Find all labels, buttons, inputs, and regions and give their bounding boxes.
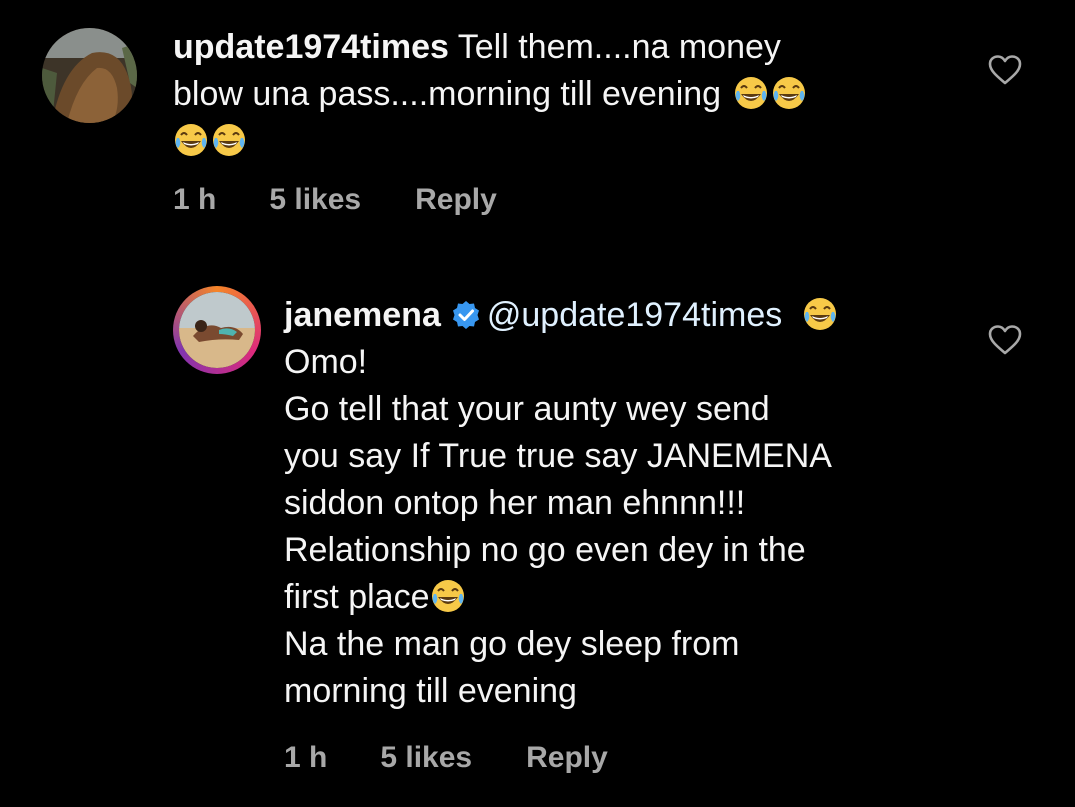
avatar[interactable] (179, 292, 255, 368)
comment-update1974times: update1974times Tell them....na money bl… (0, 0, 1075, 240)
comment-janemena: janemena @update1974times Omo! Go tell t… (0, 270, 1075, 807)
comment-time: 1 h (284, 741, 328, 774)
comment-username[interactable]: janemena (284, 296, 441, 334)
joy-emoji-icon (802, 296, 838, 332)
comment-likes[interactable]: 5 likes (380, 741, 472, 775)
heart-outline-icon[interactable] (988, 325, 1022, 355)
joy-emoji-icon (733, 75, 769, 111)
comment-text-line: blow una pass....morning till evening (173, 75, 722, 113)
comment-text-line: Omo! (284, 343, 368, 381)
comment-text-line: siddon ontop her man ehnnn!!! (284, 484, 746, 522)
comment-username[interactable]: update1974times (173, 28, 449, 66)
heart-outline-icon[interactable] (988, 55, 1022, 85)
comment-time: 1 h (173, 183, 217, 216)
comment-text-line: morning till evening (284, 672, 577, 710)
comment-text-line: Go tell that your aunty wey send (284, 390, 770, 428)
comment-text-line: Na the man go dey sleep from (284, 625, 740, 663)
comment-text-line: you say If True true say JANEMENA (284, 437, 832, 475)
comment-text-line: first place (284, 578, 430, 616)
comment-meta: 1 h 5 likes Reply (284, 741, 608, 775)
comment-text: janemena @update1974times Omo! Go tell t… (284, 292, 984, 715)
reply-button[interactable]: Reply (526, 741, 608, 775)
joy-emoji-icon (173, 122, 209, 158)
avatar[interactable] (42, 28, 137, 123)
reply-button[interactable]: Reply (415, 183, 497, 217)
comment-text-line: Tell them....na money (457, 28, 781, 66)
verified-badge-icon (451, 300, 481, 330)
mention-link[interactable]: @update1974times (487, 296, 782, 334)
joy-emoji-icon (771, 75, 807, 111)
comment-text-line: Relationship no go even dey in the (284, 531, 806, 569)
joy-emoji-icon (211, 122, 247, 158)
comment-likes[interactable]: 5 likes (269, 183, 361, 217)
comment-text: update1974times Tell them....na money bl… (173, 24, 963, 165)
joy-emoji-icon (430, 578, 466, 614)
comment-meta: 1 h 5 likes Reply (173, 183, 497, 217)
